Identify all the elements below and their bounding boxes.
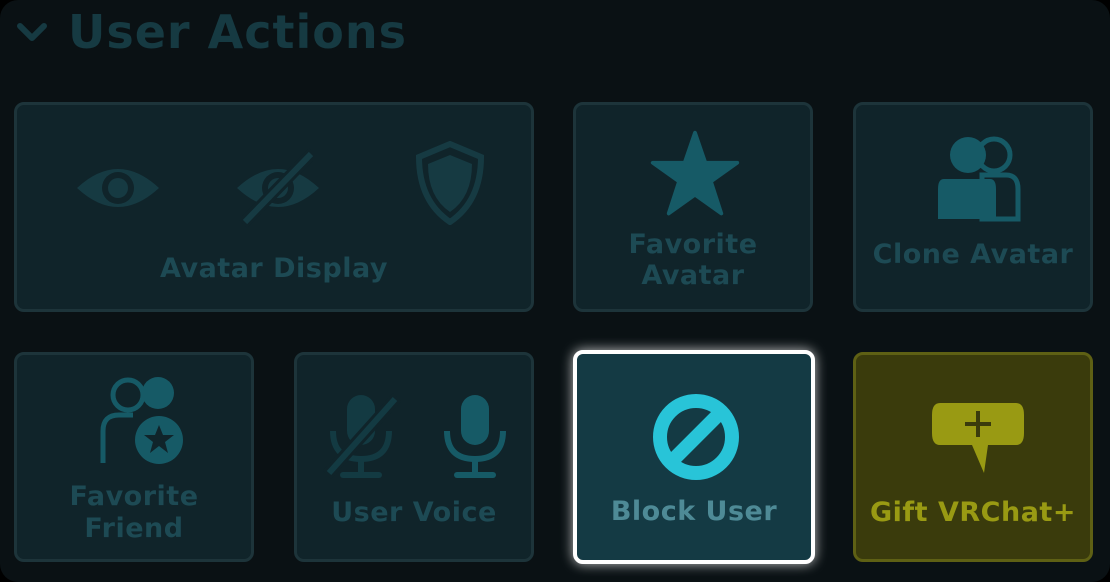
clone-users-icon bbox=[938, 136, 1021, 222]
user-voice-button[interactable]: User Voice bbox=[294, 352, 534, 562]
favorite-friend-label-line1: Favorite bbox=[69, 481, 199, 512]
star-icon bbox=[650, 130, 740, 216]
block-user-label: Block User bbox=[610, 496, 778, 527]
mic-icon bbox=[444, 395, 506, 478]
eye-icon bbox=[77, 169, 159, 207]
favorite-avatar-button[interactable]: Favorite Avatar bbox=[573, 102, 813, 312]
clone-avatar-button[interactable]: Clone Avatar bbox=[853, 102, 1093, 312]
section-title: User Actions bbox=[68, 5, 407, 59]
favorite-avatar-label-line1: Favorite bbox=[628, 229, 758, 260]
section-header[interactable]: User Actions bbox=[14, 2, 407, 62]
shield-icon bbox=[415, 141, 485, 225]
speech-plus-icon bbox=[932, 403, 1024, 473]
clone-avatar-label: Clone Avatar bbox=[872, 239, 1074, 270]
user-voice-label: User Voice bbox=[331, 497, 497, 528]
user-actions-panel: User Actions Avatar Display Favorite Ava… bbox=[0, 0, 1110, 582]
friend-star-icon bbox=[100, 377, 183, 464]
block-icon bbox=[653, 394, 739, 480]
avatar-display-label: Avatar Display bbox=[160, 253, 388, 284]
gift-vrchat-plus-button[interactable]: Gift VRChat+ bbox=[853, 352, 1093, 562]
avatar-display-button[interactable]: Avatar Display bbox=[14, 102, 534, 312]
eye-off-icon bbox=[237, 148, 319, 228]
gift-vrchat-plus-label: Gift VRChat+ bbox=[870, 497, 1076, 528]
favorite-friend-button[interactable]: Favorite Friend bbox=[14, 352, 254, 562]
favorite-avatar-label-line2: Avatar bbox=[641, 260, 745, 291]
chevron-down-icon[interactable] bbox=[14, 14, 50, 50]
favorite-friend-label-line2: Friend bbox=[84, 513, 184, 544]
mic-off-icon bbox=[322, 392, 401, 480]
block-user-button[interactable]: Block User bbox=[573, 350, 815, 564]
